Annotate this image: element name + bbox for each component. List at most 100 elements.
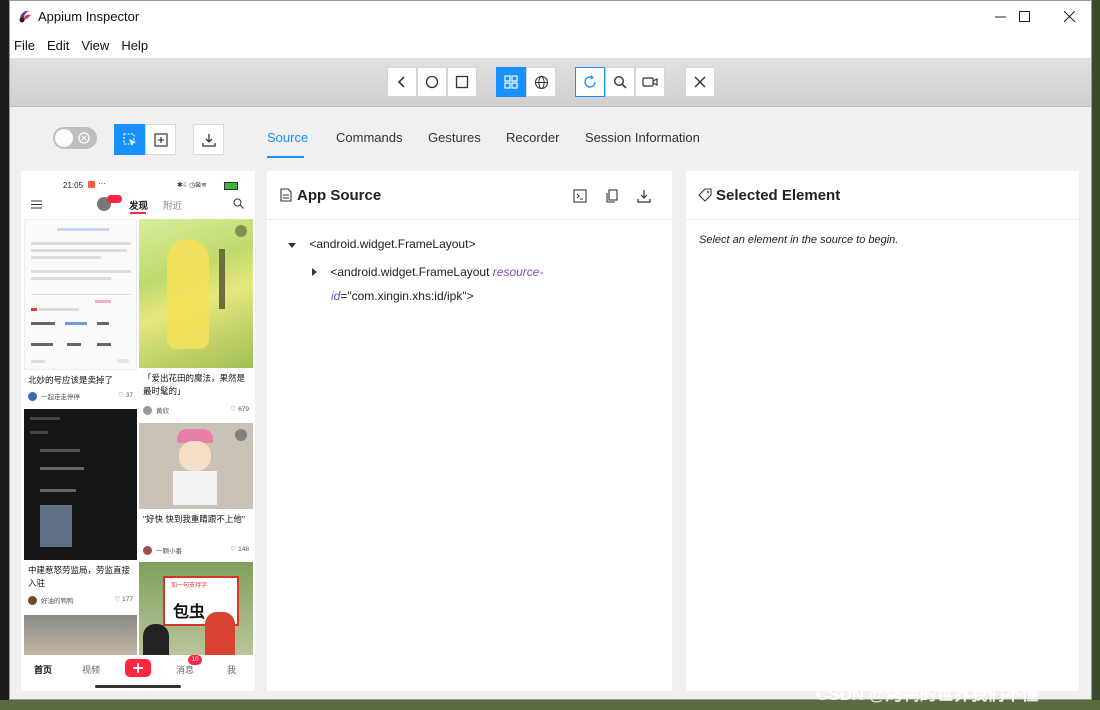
node-tag: <android.widget.FrameLayout (330, 265, 490, 279)
desktop-terminal-strip (0, 0, 9, 710)
nav-home[interactable]: 首页 (34, 663, 52, 676)
tap-coordinates-button[interactable] (145, 124, 176, 155)
tab-recorder[interactable]: Recorder (506, 130, 559, 145)
device-toolbar (10, 58, 1091, 107)
card-likes[interactable]: ♡ 148 (231, 545, 250, 553)
plus-icon (133, 663, 143, 673)
phone-bottom-nav: 首页 视频 消息 10 我 (21, 655, 255, 691)
tab-commands[interactable]: Commands (336, 130, 402, 145)
author-name: 一起走走停停 (41, 394, 80, 401)
download-source-button[interactable] (635, 187, 653, 205)
search-icon (233, 198, 244, 209)
menu-bar: File Edit View Help (10, 32, 1091, 58)
cursor-select-icon (122, 132, 136, 146)
card-title: 「爱出花田的魔法，果然是最时髦的」 (143, 373, 246, 396)
close-circle-icon (78, 132, 90, 144)
globe-icon (534, 75, 548, 89)
feed-card[interactable]: 加一句支持字 包虫 (139, 562, 253, 655)
refresh-icon (584, 75, 596, 88)
record-button[interactable] (635, 67, 665, 97)
feed-card[interactable]: 中建惹怒劳监局，劳监直接入驻 好油的鸭鸭 ♡ 177 (24, 409, 137, 609)
close-window-button[interactable] (1046, 1, 1091, 32)
collapsed-caret-icon[interactable] (312, 268, 317, 276)
app-switch-button[interactable] (447, 67, 477, 97)
native-mode-button[interactable] (496, 67, 526, 97)
phone-time: 21:05 (63, 181, 84, 190)
home-indicator (95, 685, 181, 688)
menu-edit[interactable]: Edit (41, 38, 75, 53)
tab-discover[interactable]: 发现 (129, 198, 148, 212)
video-camera-icon (642, 77, 658, 87)
active-tab-indicator (267, 156, 304, 158)
feed-card[interactable]: 「爱出花田的魔法，果然是最时髦的」 黄欣 ♡ 679 (139, 219, 253, 419)
node-attribute-value: ="com.xingin.xhs:id/ipk"> (340, 289, 474, 303)
tab-nearby[interactable]: 附近 (163, 198, 182, 212)
back-button[interactable] (387, 67, 417, 97)
inspector-controls: Source Commands Gestures Recorder Sessio… (10, 107, 1091, 167)
web-mode-button[interactable] (526, 67, 556, 97)
menu-view[interactable]: View (75, 38, 115, 53)
refresh-button[interactable] (575, 67, 605, 97)
post-button[interactable] (125, 659, 151, 677)
menu-file[interactable]: File (10, 38, 41, 53)
select-mode-toggle[interactable] (53, 127, 97, 149)
grid-icon (504, 75, 518, 89)
toggle-attributes-button[interactable] (571, 187, 589, 205)
app-source-header: App Source (267, 171, 672, 220)
like-count: 679 (238, 406, 249, 413)
card-likes[interactable]: ♡ 177 (115, 595, 134, 603)
selected-element-panel: Selected Element Select an element in th… (686, 171, 1079, 691)
card-author: 黄欣 (143, 405, 169, 415)
like-count: 148 (238, 546, 249, 553)
card-title: 中建惹怒劳监局，劳监直接入驻 (28, 565, 131, 588)
menu-help[interactable]: Help (115, 38, 154, 53)
copy-xml-button[interactable] (603, 187, 621, 205)
expand-caret-icon[interactable] (288, 243, 296, 248)
maximize-icon (1018, 11, 1030, 22)
appium-inspector-window: Appium Inspector File Edit View Help Sou… (9, 0, 1092, 700)
select-elements-button[interactable] (114, 124, 145, 155)
nav-video[interactable]: 视频 (82, 663, 100, 676)
card-image-photo (24, 615, 137, 655)
card-author: 一颗小番 (143, 545, 182, 555)
feed-card[interactable] (24, 615, 137, 655)
author-name: 好油的鸭鸭 (41, 598, 74, 605)
menu-icon (31, 200, 42, 209)
like-count: 37 (125, 392, 133, 399)
download-screenshot-button[interactable] (193, 124, 224, 155)
card-likes[interactable]: ♡ 37 (118, 391, 133, 399)
download-icon (201, 133, 216, 147)
feed-card[interactable]: 北妙的号应该是卖掉了 一起走走停停 ♡ 37 (24, 219, 137, 405)
tab-session-information[interactable]: Session Information (585, 130, 700, 145)
author-name: 一颗小番 (156, 548, 182, 555)
quit-session-button[interactable] (685, 67, 715, 97)
discover-underline (130, 212, 146, 214)
phone-top-tabs: 发现 附近 (21, 193, 255, 215)
banner-text: 加一句支持字 (171, 583, 208, 589)
nav-me[interactable]: 我 (227, 663, 236, 676)
home-button[interactable] (417, 67, 447, 97)
app-source-panel: App Source <android.widget.FrameLayout> … (267, 171, 672, 691)
battery-icon (224, 182, 238, 190)
plus-square-icon (153, 132, 168, 147)
tree-node-child-continued[interactable]: id="com.xingin.xhs:id/ipk"> (331, 289, 474, 303)
window-title: Appium Inspector (38, 9, 140, 24)
feed-card[interactable]: "好快 快到我重睛跟不上他" 一颗小番 ♡ 148 (139, 423, 253, 557)
card-image-photo: 加一句支持字 包虫 (139, 562, 253, 655)
tree-node-child[interactable]: <android.widget.FrameLayout resource- (312, 265, 543, 279)
square-icon (455, 75, 469, 89)
card-title: 北妙的号应该是卖掉了 (28, 375, 114, 385)
status-icons: ✱☾◷⊠≋ (177, 182, 207, 189)
author-avatar (28, 391, 37, 401)
tree-node-root[interactable]: <android.widget.FrameLayout> (288, 237, 475, 251)
tab-source[interactable]: Source (267, 130, 308, 145)
card-likes[interactable]: ♡ 679 (231, 405, 250, 413)
banner-big-text: 包虫 (173, 604, 206, 621)
maximize-button[interactable] (1001, 1, 1047, 32)
author-name: 黄欣 (156, 408, 169, 415)
search-button[interactable] (605, 67, 635, 97)
tag-icon (698, 188, 712, 202)
device-screenshot[interactable]: 21:05 ··· ✱☾◷⊠≋ 发现 附近 北妙的号应该是卖掉了 一起走走停停 … (21, 171, 255, 691)
tab-gestures[interactable]: Gestures (428, 130, 481, 145)
watermark: CSDN @烤鸭的世界我们不懂 (816, 685, 1039, 704)
